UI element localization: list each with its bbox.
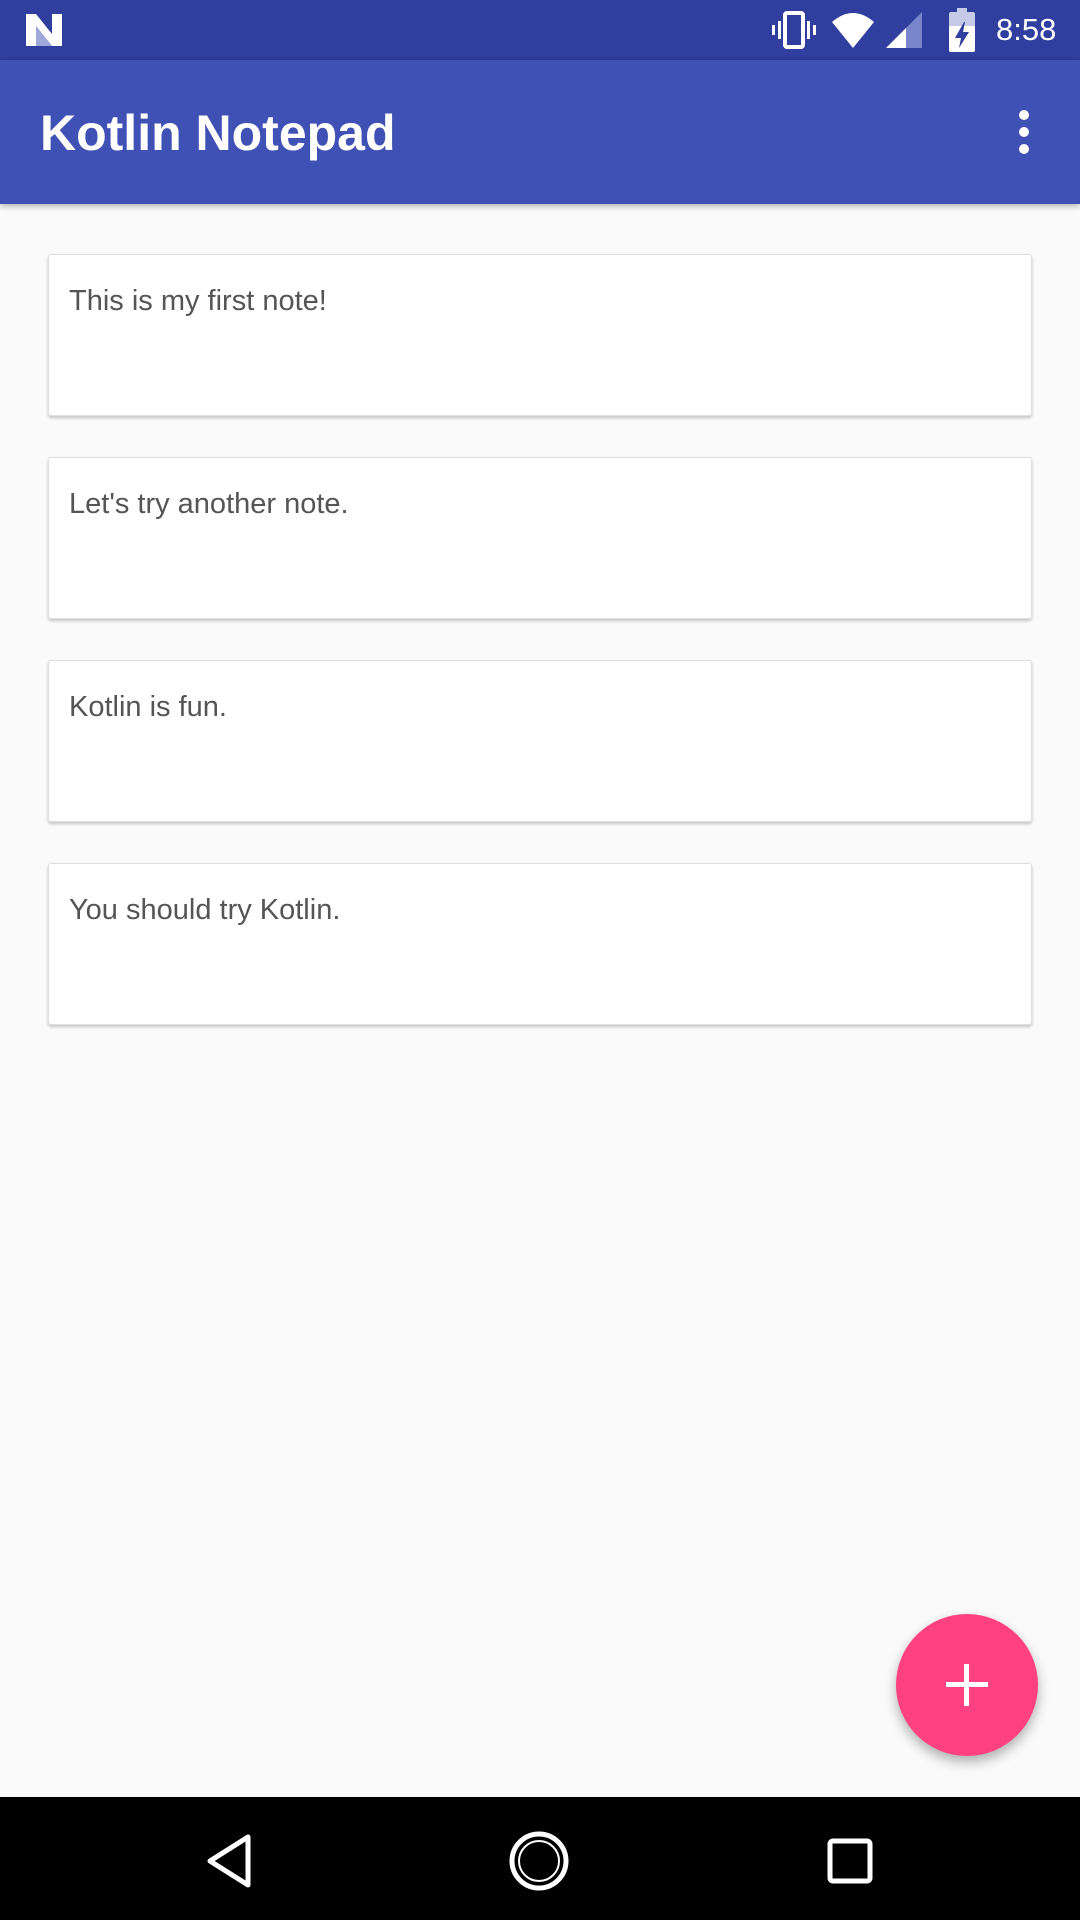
note-card[interactable]: You should try Kotlin. [48,863,1032,1025]
note-list: This is my first note! Let's try another… [48,254,1032,1066]
note-text: Kotlin is fun. [69,691,227,723]
note-card[interactable]: Let's try another note. [48,457,1032,619]
vibrate-icon [772,11,816,49]
app-title: Kotlin Notepad [40,105,396,161]
app-bar: Kotlin Notepad [0,60,1080,204]
add-icon [946,1664,988,1706]
wifi-icon [832,13,874,48]
home-icon[interactable] [507,1829,571,1893]
note-text: This is my first note! [69,285,327,317]
status-bar: 8:58 [0,0,1080,60]
note-card[interactable]: Kotlin is fun. [48,660,1032,822]
status-clock: 8:58 [996,12,1057,47]
signal-icon [886,12,922,48]
add-note-button[interactable] [896,1614,1038,1756]
note-card[interactable]: This is my first note! [48,254,1032,416]
back-icon[interactable] [198,1829,262,1893]
recents-icon[interactable] [818,1829,882,1893]
more-vert-icon[interactable] [1000,106,1048,158]
battery-charging-icon [949,8,975,52]
n-logo-icon [26,14,62,46]
navigation-bar [0,1797,1080,1920]
note-text: You should try Kotlin. [69,894,341,926]
note-text: Let's try another note. [69,488,349,520]
